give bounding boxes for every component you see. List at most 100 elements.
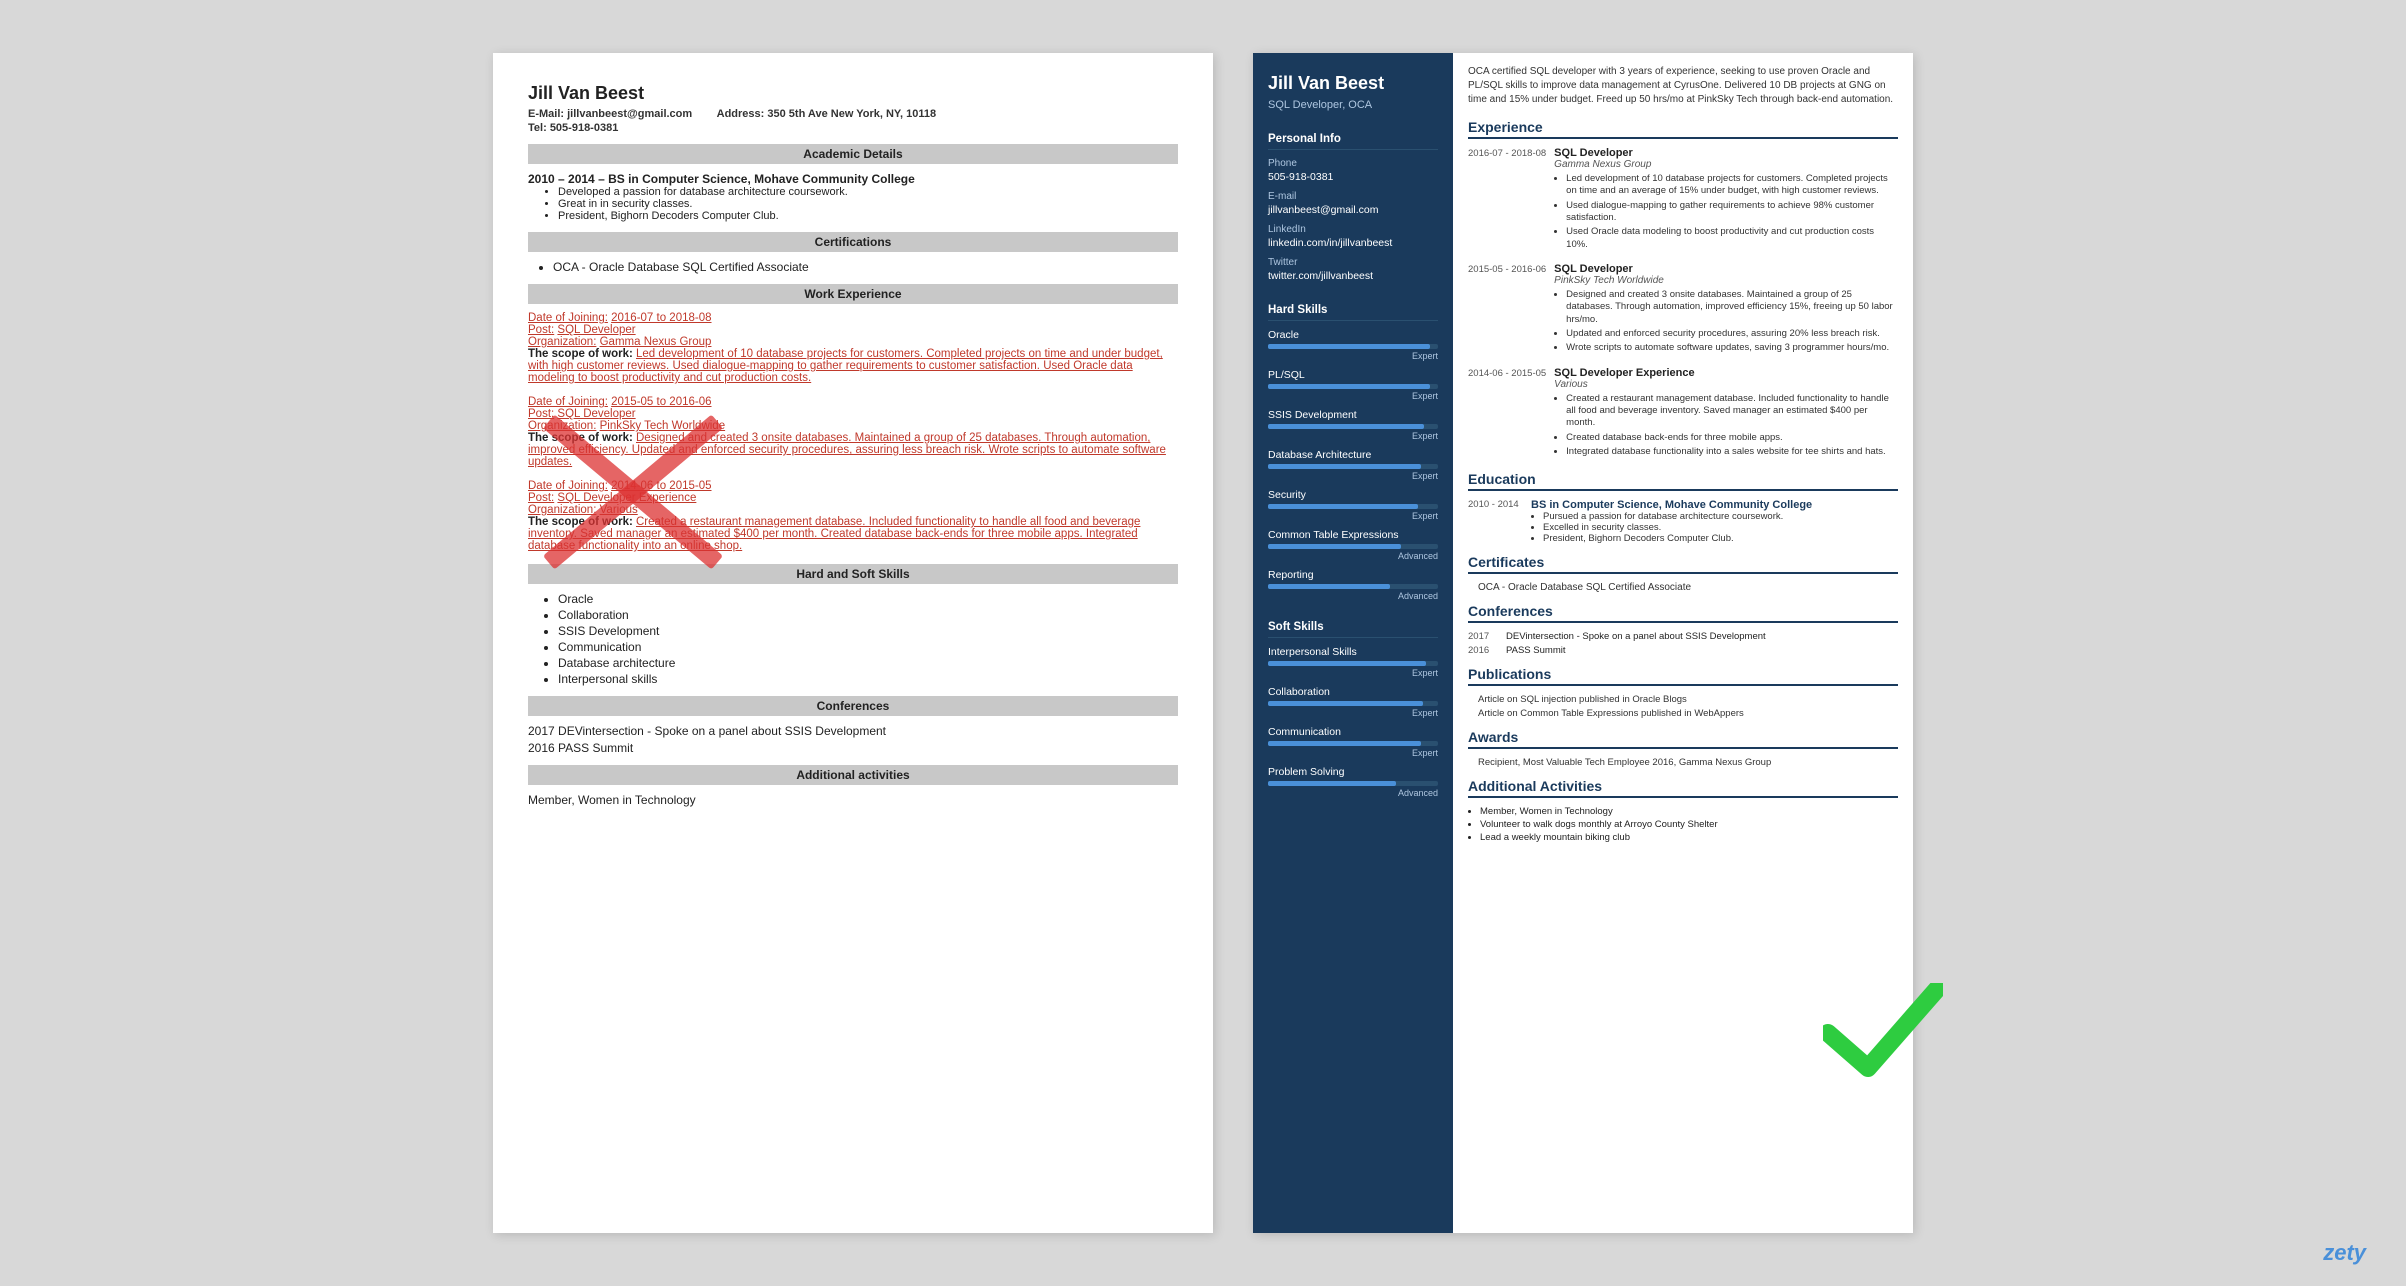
email-value: jillvanbeest@gmail.com xyxy=(1268,204,1438,216)
skill-level: Expert xyxy=(1268,748,1438,758)
skill-level: Advanced xyxy=(1268,591,1438,601)
experience-section: Experience 2016-07 - 2018-08 SQL Develop… xyxy=(1468,119,1898,461)
academic-section-title: Academic Details xyxy=(528,144,1178,164)
left-email-line: E-Mail: jillvanbeest@gmail.com Address: … xyxy=(528,108,1178,120)
exp-bullets: Led development of 10 database projects … xyxy=(1566,173,1898,251)
cert-section: Certificates OCA - Oracle Database SQL C… xyxy=(1468,554,1898,593)
skill-track xyxy=(1268,344,1438,349)
skill-label: Communication xyxy=(1268,726,1438,738)
edu-right-details: BS in Computer Science, Mohave Community… xyxy=(1531,499,1898,544)
conf-entries: 2017 DEVintersection - Spoke on a panel … xyxy=(1468,631,1898,656)
exp-job-title: SQL Developer xyxy=(1554,263,1898,275)
skill-label: Reporting xyxy=(1268,569,1438,581)
soft-skills-bars: Interpersonal Skills Expert Collaboratio… xyxy=(1268,646,1438,798)
edu-entry: 2010 – 2014 – BS in Computer Science, Mo… xyxy=(528,172,1178,222)
pub-item: Article on SQL injection published in Or… xyxy=(1478,694,1898,705)
summary: OCA certified SQL developer with 3 years… xyxy=(1468,65,1898,107)
exp-date: 2016-07 - 2018-08 xyxy=(1468,147,1546,253)
pub-item: Article on Common Table Expressions publ… xyxy=(1478,708,1898,719)
exp-details: SQL Developer Gamma Nexus Group Led deve… xyxy=(1554,147,1898,253)
pub-section-title: Publications xyxy=(1468,666,1898,686)
skill-label: Security xyxy=(1268,489,1438,501)
additional-list: Member, Women in TechnologyVolunteer to … xyxy=(1480,806,1898,843)
skill-fill xyxy=(1268,781,1396,786)
personal-info-block: Personal Info Phone 505-918-0381 E-mail … xyxy=(1253,123,1453,294)
skill-label: Problem Solving xyxy=(1268,766,1438,778)
award-item: Recipient, Most Valuable Tech Employee 2… xyxy=(1478,757,1898,768)
conf-text: PASS Summit xyxy=(1506,645,1565,656)
cert-item: OCA - Oracle Database SQL Certified Asso… xyxy=(1478,582,1898,593)
email-label: E-mail xyxy=(1268,191,1438,202)
hard-skills-block: Hard Skills Oracle Expert PL/SQL Expert … xyxy=(1253,294,1453,611)
additional-activity: Member, Women in Technology xyxy=(528,793,1178,807)
skill-level: Advanced xyxy=(1268,551,1438,561)
skill-fill xyxy=(1268,344,1430,349)
sidebar-title: SQL Developer, OCA xyxy=(1268,99,1438,111)
conf-year: 2017 xyxy=(1468,631,1498,642)
conf-section-title-r: Conferences xyxy=(1468,603,1898,623)
skill-label: Database Architecture xyxy=(1268,449,1438,461)
cert-items: OCA - Oracle Database SQL Certified Asso… xyxy=(1468,582,1898,593)
sidebar-name: Jill Van Beest xyxy=(1268,73,1438,95)
work-entry-1: Date of Joining: 2016-07 to 2018-08 Post… xyxy=(528,312,1178,384)
conf-year: 2016 xyxy=(1468,645,1498,656)
awards-section: Awards Recipient, Most Valuable Tech Emp… xyxy=(1468,729,1898,768)
exp-entry: 2015-05 - 2016-06 SQL Developer PinkSky … xyxy=(1468,263,1898,357)
main-content: OCA certified SQL developer with 3 years… xyxy=(1453,53,1913,1233)
skill-fill xyxy=(1268,464,1421,469)
skill-track xyxy=(1268,504,1438,509)
cert-section-title: Certifications xyxy=(528,232,1178,252)
exp-date: 2014-06 - 2015-05 xyxy=(1468,367,1546,461)
edu-title: 2010 – 2014 – BS in Computer Science, Mo… xyxy=(528,172,1178,186)
zety-brand: zety xyxy=(2323,1240,2366,1266)
edu-right-title: BS in Computer Science, Mohave Community… xyxy=(1531,499,1898,511)
edu-bullets: Pursued a passion for database architect… xyxy=(1543,511,1898,544)
linkedin-label: LinkedIn xyxy=(1268,224,1438,235)
skill-track xyxy=(1268,661,1438,666)
hard-skills-bars: Oracle Expert PL/SQL Expert SSIS Develop… xyxy=(1268,329,1438,601)
skill-fill xyxy=(1268,544,1401,549)
exp-job-title: SQL Developer xyxy=(1554,147,1898,159)
personal-info-title: Personal Info xyxy=(1268,133,1438,150)
additional-items: Member, Women in TechnologyVolunteer to … xyxy=(1468,806,1898,843)
edu-section-title: Education xyxy=(1468,471,1898,491)
soft-skills-title: Soft Skills xyxy=(1268,621,1438,638)
skill-fill xyxy=(1268,661,1426,666)
skill-label: Common Table Expressions xyxy=(1268,529,1438,541)
skill-fill xyxy=(1268,741,1421,746)
skill-label: SSIS Development xyxy=(1268,409,1438,421)
exp-details: SQL Developer Experience Various Created… xyxy=(1554,367,1898,461)
sidebar-header: Jill Van Beest SQL Developer, OCA xyxy=(1253,53,1453,123)
skill-fill xyxy=(1268,384,1430,389)
exp-section-title: Experience xyxy=(1468,119,1898,139)
left-header: Jill Van Beest E-Mail: jillvanbeest@gmai… xyxy=(528,83,1178,134)
additional-section: Additional Activities Member, Women in T… xyxy=(1468,778,1898,843)
exp-job-title: SQL Developer Experience xyxy=(1554,367,1898,379)
cert-section-title-r: Certificates xyxy=(1468,554,1898,574)
skill-fill xyxy=(1268,504,1418,509)
skill-track xyxy=(1268,741,1438,746)
twitter-label: Twitter xyxy=(1268,257,1438,268)
exp-company: Various xyxy=(1554,379,1898,390)
left-name: Jill Van Beest xyxy=(528,83,1178,104)
exp-bullets: Designed and created 3 onsite databases.… xyxy=(1566,289,1898,355)
exp-entry: 2014-06 - 2015-05 SQL Developer Experien… xyxy=(1468,367,1898,461)
phone-value: 505-918-0381 xyxy=(1268,171,1438,183)
resume-left: Jill Van Beest E-Mail: jillvanbeest@gmai… xyxy=(493,53,1213,1233)
work-section-title: Work Experience xyxy=(528,284,1178,304)
education-section: Education 2010 - 2014 BS in Computer Sci… xyxy=(1468,471,1898,544)
skill-track xyxy=(1268,544,1438,549)
edu-right-entry: 2010 - 2014 BS in Computer Science, Moha… xyxy=(1468,499,1898,544)
pub-items: Article on SQL injection published in Or… xyxy=(1468,694,1898,719)
resume-right: Jill Van Beest SQL Developer, OCA Person… xyxy=(1253,53,1913,1233)
skills-section-title: Hard and Soft Skills xyxy=(528,564,1178,584)
awards-section-title: Awards xyxy=(1468,729,1898,749)
skills-list: Oracle Collaboration SSIS Development Co… xyxy=(558,592,1178,686)
hard-skills-title: Hard Skills xyxy=(1268,304,1438,321)
skill-level: Expert xyxy=(1268,471,1438,481)
award-items: Recipient, Most Valuable Tech Employee 2… xyxy=(1468,757,1898,768)
skill-level: Expert xyxy=(1268,511,1438,521)
edu-bullets: Developed a passion for database archite… xyxy=(558,186,1178,222)
conf-text: DEVintersection - Spoke on a panel about… xyxy=(1506,631,1766,642)
conf-section: Conferences 2017 DEVintersection - Spoke… xyxy=(1468,603,1898,656)
